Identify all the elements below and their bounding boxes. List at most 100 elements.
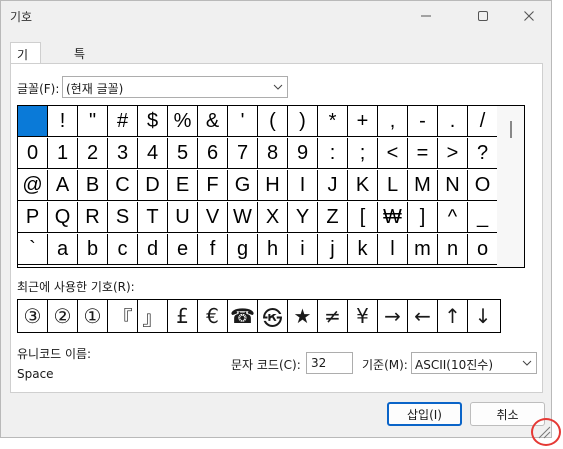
symbol-cell[interactable]: #	[108, 106, 138, 137]
symbol-cell[interactable]: ₩	[378, 202, 408, 233]
recent-symbol-cell[interactable]: £	[168, 300, 198, 332]
symbol-cell[interactable]: 7	[228, 138, 258, 169]
symbol-cell[interactable]: 9	[288, 138, 318, 169]
symbol-cell[interactable]: ?	[468, 138, 498, 169]
symbol-cell[interactable]: c	[108, 234, 138, 265]
symbol-cell[interactable]: _	[468, 202, 498, 233]
symbol-cell[interactable]: C	[108, 170, 138, 201]
symbol-cell[interactable]: .	[438, 106, 468, 137]
symbol-cell[interactable]: d	[138, 234, 168, 265]
symbol-cell[interactable]: A	[48, 170, 78, 201]
symbol-cell[interactable]: )	[288, 106, 318, 137]
symbol-cell[interactable]: Z	[318, 202, 348, 233]
symbol-cell[interactable]: J	[318, 170, 348, 201]
recent-symbol-cell[interactable]: ③	[18, 300, 48, 332]
recent-symbol-cell[interactable]: ≠	[318, 300, 348, 332]
recent-symbol-cell[interactable]: ☎	[228, 300, 258, 332]
symbol-cell[interactable]: Y	[288, 202, 318, 233]
symbol-cell[interactable]: @	[18, 170, 48, 201]
symbol-cell[interactable]: S	[108, 202, 138, 233]
symbol-cell[interactable]: ;	[348, 138, 378, 169]
symbol-cell[interactable]: "	[78, 106, 108, 137]
symbol-cell[interactable]: =	[408, 138, 438, 169]
symbol-cell[interactable]: [	[348, 202, 378, 233]
symbol-cell[interactable]: Q	[48, 202, 78, 233]
symbol-cell[interactable]: k	[348, 234, 378, 265]
recent-symbol-cell[interactable]: €	[198, 300, 228, 332]
symbol-cell[interactable]: g	[228, 234, 258, 265]
tab-special-chars[interactable]: 특수 문자(P)	[68, 42, 97, 127]
symbol-cell[interactable]: 3	[108, 138, 138, 169]
symbol-cell[interactable]: %	[168, 106, 198, 137]
symbol-cell[interactable]: *	[318, 106, 348, 137]
symbol-cell[interactable]: n	[438, 234, 468, 265]
symbol-cell[interactable]: 8	[258, 138, 288, 169]
char-code-input[interactable]: 32	[306, 352, 353, 374]
symbol-cell[interactable]: L	[378, 170, 408, 201]
symbol-cell[interactable]: f	[198, 234, 228, 265]
minimize-icon[interactable]	[415, 5, 437, 27]
recent-symbol-cell[interactable]: ★	[288, 300, 318, 332]
insert-button[interactable]: 삽입(I)	[387, 402, 462, 426]
symbol-cell[interactable]: `	[18, 234, 48, 265]
scrollbar-thumb[interactable]	[510, 121, 512, 138]
symbol-cell[interactable]: !	[48, 106, 78, 137]
symbol-cell[interactable]: H	[258, 170, 288, 201]
recent-symbol-cell[interactable]: →	[378, 300, 408, 332]
symbol-cell[interactable]: i	[288, 234, 318, 265]
symbol-cell[interactable]: X	[258, 202, 288, 233]
symbol-cell[interactable]: >	[438, 138, 468, 169]
symbol-cell[interactable]: E	[168, 170, 198, 201]
tab-symbols[interactable]: 기호(S)	[10, 42, 41, 94]
symbol-cell[interactable]: +	[348, 106, 378, 137]
symbol-cell[interactable]	[18, 106, 48, 137]
symbol-cell[interactable]: h	[258, 234, 288, 265]
symbol-cell[interactable]: 1	[48, 138, 78, 169]
symbol-cell[interactable]: 6	[198, 138, 228, 169]
symbol-cell[interactable]: &	[198, 106, 228, 137]
recent-symbol-cell[interactable]: ↑	[438, 300, 468, 332]
basis-select[interactable]: ASCII(10진수)	[411, 352, 537, 374]
symbol-cell[interactable]: F	[198, 170, 228, 201]
symbol-cell[interactable]: N	[438, 170, 468, 201]
recent-symbol-cell[interactable]: 』	[138, 300, 168, 332]
close-icon[interactable]	[518, 5, 540, 27]
symbol-cell[interactable]: a	[48, 234, 78, 265]
symbol-cell[interactable]: b	[78, 234, 108, 265]
symbol-cell[interactable]: o	[468, 234, 498, 265]
symbol-cell[interactable]: 0	[18, 138, 48, 169]
symbol-cell[interactable]: $	[138, 106, 168, 137]
symbol-cell[interactable]: G	[228, 170, 258, 201]
symbol-cell[interactable]: m	[408, 234, 438, 265]
symbol-grid-scrollbar[interactable]	[497, 106, 524, 267]
symbol-cell[interactable]: K	[348, 170, 378, 201]
symbol-cell[interactable]: j	[318, 234, 348, 265]
symbol-cell[interactable]: M	[408, 170, 438, 201]
symbol-cell[interactable]: 2	[78, 138, 108, 169]
symbol-cell[interactable]: (	[258, 106, 288, 137]
symbol-cell[interactable]: D	[138, 170, 168, 201]
symbol-cell[interactable]: ^	[438, 202, 468, 233]
symbol-cell[interactable]: ,	[378, 106, 408, 137]
recent-symbol-cell[interactable]: ①	[78, 300, 108, 332]
symbol-cell[interactable]: /	[468, 106, 498, 137]
symbol-cell[interactable]: U	[168, 202, 198, 233]
symbol-cell[interactable]: 5	[168, 138, 198, 169]
symbol-cell[interactable]: '	[228, 106, 258, 137]
symbol-cell[interactable]: e	[168, 234, 198, 265]
recent-symbol-cell[interactable]: ㉿	[258, 300, 288, 332]
symbol-cell[interactable]: -	[408, 106, 438, 137]
recent-symbol-cell[interactable]: ←	[408, 300, 438, 332]
symbol-cell[interactable]: T	[138, 202, 168, 233]
symbol-cell[interactable]: V	[198, 202, 228, 233]
font-select[interactable]: (현재 글꼴)	[62, 76, 288, 98]
symbol-cell[interactable]: l	[378, 234, 408, 265]
symbol-cell[interactable]: ]	[408, 202, 438, 233]
recent-symbol-cell[interactable]: ②	[48, 300, 78, 332]
symbol-cell[interactable]: <	[378, 138, 408, 169]
symbol-cell[interactable]: W	[228, 202, 258, 233]
recent-symbol-cell[interactable]: ¥	[348, 300, 378, 332]
recent-symbol-cell[interactable]: ↓	[468, 300, 498, 332]
symbol-cell[interactable]: B	[78, 170, 108, 201]
maximize-icon[interactable]	[472, 5, 494, 27]
